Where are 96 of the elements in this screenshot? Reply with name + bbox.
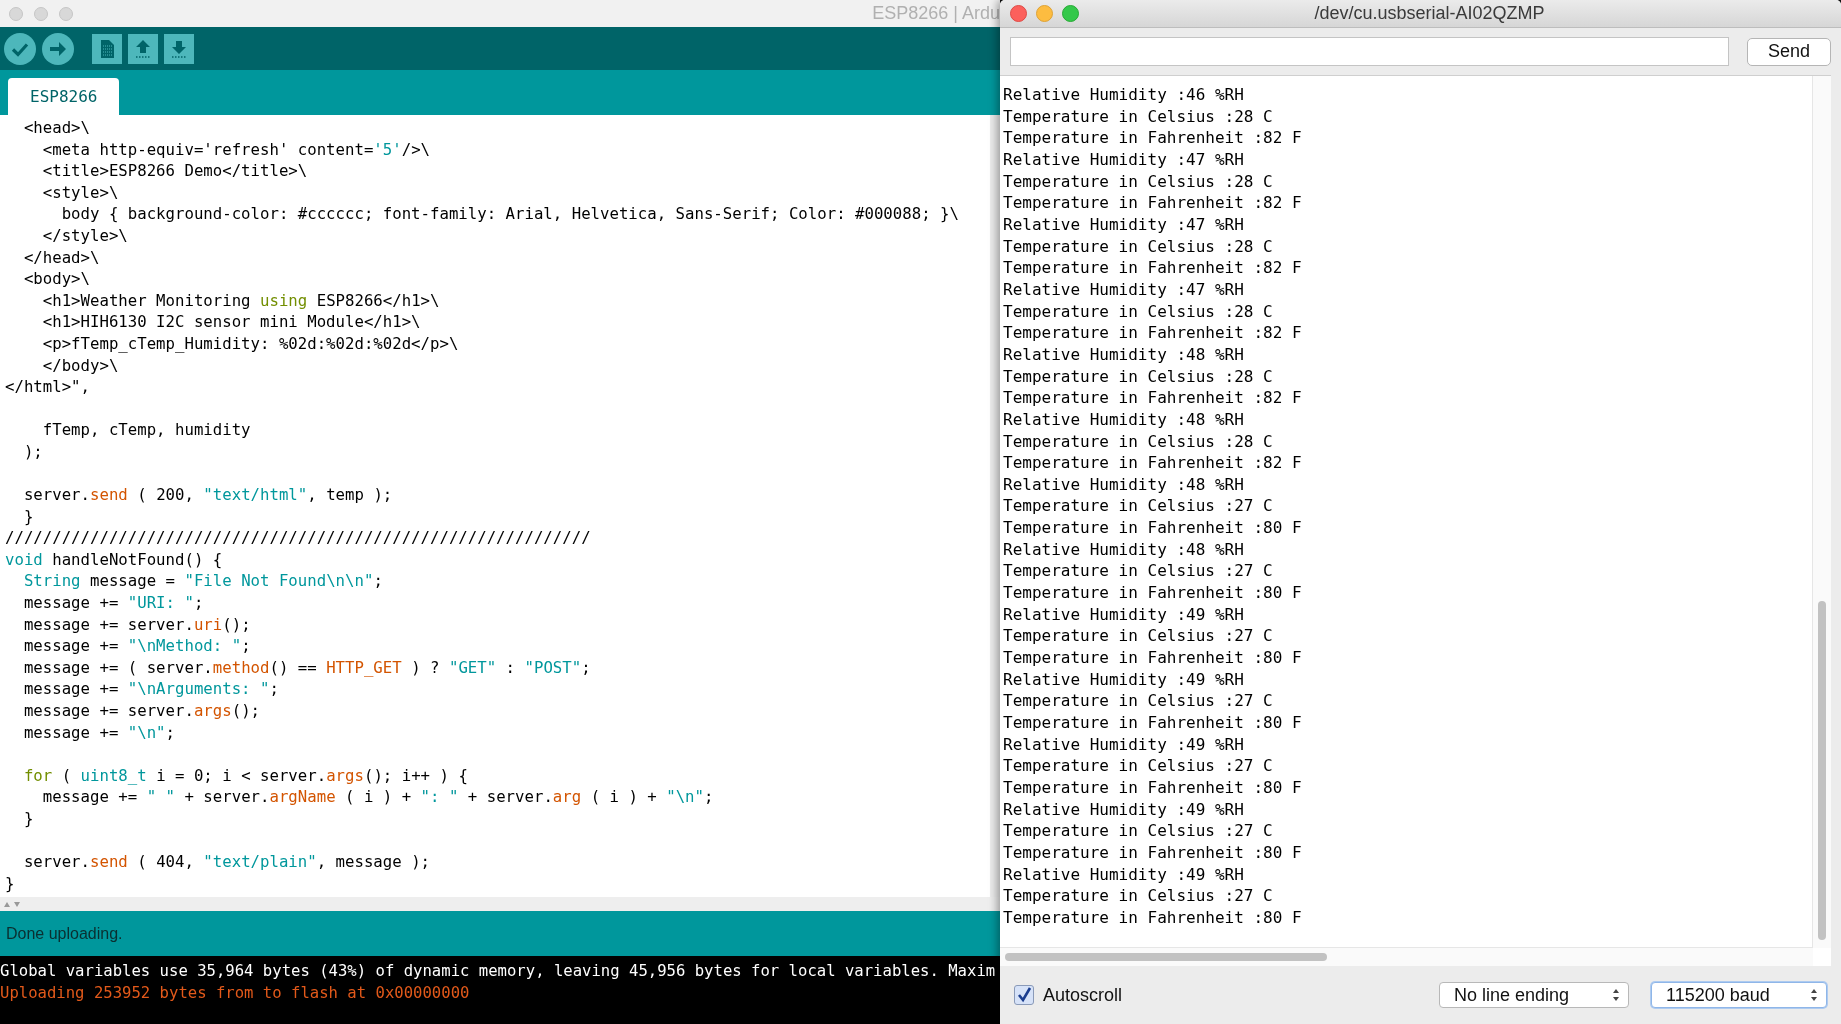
code-line: <h1>Weather Monitoring using ESP8266</h1>\ xyxy=(41,289,440,312)
code-line: ); xyxy=(22,440,43,463)
serial-line: Temperature in Celsius :27 C xyxy=(1003,560,1274,583)
window-title: ESP8266 | Ardu xyxy=(872,3,1000,24)
code-line: message += "\n"; xyxy=(22,721,175,744)
code-line: </html>", xyxy=(4,376,90,398)
code-line: <p>fTemp_cTemp_Humidity: %02d:%02d:%02d</p>\ xyxy=(41,332,459,355)
serial-line: Temperature in Celsius :27 C xyxy=(1003,690,1274,713)
window-minimize-button[interactable] xyxy=(34,6,48,21)
horizontal-scrollbar[interactable] xyxy=(1000,947,1813,966)
serial-line: Temperature in Celsius :28 C xyxy=(1003,170,1274,193)
code-line: <title>ESP8266 Demo</title>\ xyxy=(41,160,308,182)
code-line: ////////////////////////////////////////////////////////////// xyxy=(4,527,591,549)
window-zoom-button[interactable] xyxy=(1062,5,1079,22)
code-line: </head>\ xyxy=(22,246,100,269)
serial-line: Temperature in Fahrenheit :82 F xyxy=(1003,322,1303,344)
serial-line: Relative Humidity :49 %RH xyxy=(1003,668,1245,691)
code-line: void handleNotFound() { xyxy=(4,548,223,571)
serial-line: Relative Humidity :48 %RH xyxy=(1003,343,1245,366)
serial-line: Temperature in Celsius :28 C xyxy=(1003,300,1274,323)
serial-line: Temperature in Celsius :27 C xyxy=(1003,820,1274,842)
code-line: message += server.uri(); xyxy=(22,613,251,636)
code-line: server.send ( 200, "text/html", temp ); xyxy=(22,484,393,506)
code-line: message += server.args(); xyxy=(22,700,261,722)
window-minimize-button[interactable] xyxy=(1036,5,1053,22)
code-line: message += "\nMethod: "; xyxy=(22,635,251,657)
code-line: body { background-color: #cccccc; font-family: Arial, Helvetica, Sans-Serif; Color: #000088; }\ xyxy=(60,203,959,225)
baud-rate-dropdown[interactable]: 115200 baud xyxy=(1651,982,1827,1008)
serial-line: Relative Humidity :49 %RH xyxy=(1003,603,1245,626)
send-button[interactable]: Send xyxy=(1747,37,1831,66)
code-line: message += "URI: "; xyxy=(22,592,204,614)
serial-line: Relative Humidity :48 %RH xyxy=(1003,538,1245,561)
code-line: server.send ( 404, "text/plain", message ); xyxy=(22,851,431,873)
code-line: } xyxy=(22,505,34,528)
serial-line: Temperature in Celsius :27 C xyxy=(1003,495,1274,518)
code-line: <body>\ xyxy=(22,268,90,290)
serial-line: Temperature in Fahrenheit :82 F xyxy=(1003,257,1303,279)
code-line: </body>\ xyxy=(41,354,119,377)
serial-line: Temperature in Fahrenheit :80 F xyxy=(1003,647,1303,669)
console-line: Uploading 253952 bytes from to flash at 0x00000000 xyxy=(0,983,470,1004)
window-zoom-button[interactable] xyxy=(59,6,73,21)
code-line: } xyxy=(22,808,34,830)
window-title: /dev/cu.usbserial-AI02QZMP xyxy=(1313,3,1546,24)
status-message: Done uploading. xyxy=(6,924,123,943)
serial-line: Temperature in Celsius :28 C xyxy=(1003,235,1274,258)
autoscroll-checkbox[interactable] xyxy=(1014,985,1034,1005)
code-line: } xyxy=(4,872,15,895)
up-down-caret-icon xyxy=(1810,988,1818,1002)
verify-check-icon[interactable] xyxy=(4,32,36,65)
code-line: <meta http-equiv='refresh' content='5'/>\ xyxy=(41,138,431,161)
serial-line: Temperature in Celsius :27 C xyxy=(1003,625,1274,648)
serial-line: Relative Humidity :47 %RH xyxy=(1003,213,1245,236)
serial-input-field[interactable] xyxy=(1010,37,1729,66)
serial-line: Relative Humidity :49 %RH xyxy=(1003,798,1245,821)
serial-line: Temperature in Fahrenheit :80 F xyxy=(1003,712,1303,734)
serial-line: Temperature in Celsius :28 C xyxy=(1003,105,1274,128)
file-tab[interactable]: ESP8266 xyxy=(8,78,120,115)
serial-line: Relative Humidity :48 %RH xyxy=(1003,473,1245,496)
serial-line: Temperature in Celsius :28 C xyxy=(1003,365,1274,388)
scroll-arrows-icon[interactable] xyxy=(2,899,22,909)
serial-line: Temperature in Celsius :27 C xyxy=(1003,885,1274,907)
code-line: message += " " + server.argName ( i ) + ": " + server.arg ( i ) + "\n"; xyxy=(41,786,714,808)
console-line: Global variables use 35,964 bytes (43%) of dynamic memory, leaving 45,956 bytes for local variables. Maxim xyxy=(0,961,996,982)
serial-line: Temperature in Fahrenheit :82 F xyxy=(1003,387,1303,409)
serial-line: Temperature in Fahrenheit :80 F xyxy=(1003,582,1303,604)
code-line: String message = "File Not Found\n\n"; xyxy=(22,570,383,593)
code-line: </style>\ xyxy=(41,224,128,247)
serial-line: Relative Humidity :49 %RH xyxy=(1003,863,1245,886)
window-close-button[interactable] xyxy=(1010,5,1027,22)
code-line: message += "\nArguments: "; xyxy=(22,678,279,701)
up-down-caret-icon xyxy=(1612,988,1620,1002)
serial-line: Relative Humidity :46 %RH xyxy=(1003,84,1245,106)
serial-line: Relative Humidity :47 %RH xyxy=(1003,148,1245,171)
serial-line: Relative Humidity :47 %RH xyxy=(1003,278,1245,301)
serial-line: Temperature in Fahrenheit :82 F xyxy=(1003,192,1303,214)
serial-line: Temperature in Fahrenheit :82 F xyxy=(1003,452,1303,474)
serial-line: Relative Humidity :49 %RH xyxy=(1003,733,1245,756)
code-line: <style>\ xyxy=(41,181,119,204)
serial-line: Temperature in Fahrenheit :80 F xyxy=(1003,841,1303,864)
code-line: for ( uint8_t i = 0; i < server.args(); i++ ) { xyxy=(22,764,468,787)
autoscroll-label: Autoscroll xyxy=(1043,984,1123,1006)
code-line: <h1>HIH6130 I2C sensor mini Module</h1>\ xyxy=(41,311,421,333)
serial-line: Temperature in Fahrenheit :80 F xyxy=(1003,517,1303,539)
serial-line: Temperature in Celsius :28 C xyxy=(1003,430,1274,453)
window-close-button[interactable] xyxy=(9,6,23,21)
serial-line: Temperature in Fahrenheit :80 F xyxy=(1003,777,1303,799)
serial-line: Temperature in Celsius :27 C xyxy=(1003,755,1274,777)
code-line: message += ( server.method() == HTTP_GET ) ? "GET" : "POST"; xyxy=(22,656,591,679)
new-file-icon[interactable] xyxy=(92,33,122,64)
serial-line: Temperature in Fahrenheit :80 F xyxy=(1003,906,1303,929)
code-line: <head>\ xyxy=(22,117,90,139)
serial-line: Temperature in Fahrenheit :82 F xyxy=(1003,127,1303,149)
code-line: fTemp, cTemp, humidity xyxy=(41,419,251,441)
serial-line: Relative Humidity :48 %RH xyxy=(1003,408,1245,431)
line-ending-dropdown[interactable]: No line ending xyxy=(1439,982,1629,1008)
vertical-scrollbar[interactable] xyxy=(1812,76,1831,948)
